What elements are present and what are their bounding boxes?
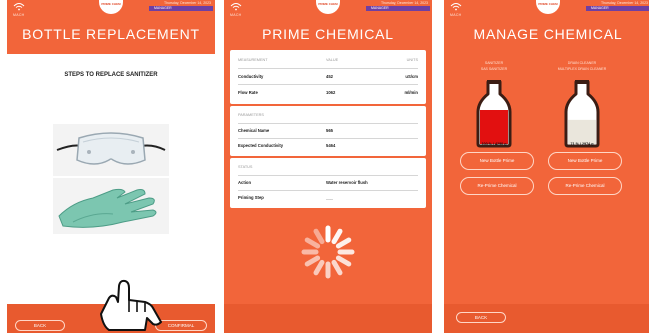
rubber-gloves-image (53, 178, 169, 234)
back-button[interactable]: BACK (456, 312, 506, 323)
table-row: Conductivity 452 uS/cm (238, 69, 418, 85)
parameter-name: Expected Conductivity (238, 143, 284, 148)
sanitizer-bottle-icon (476, 80, 512, 148)
bottle-replacement-screen: MACH PRIME CHEM Thursday, December 14, 2… (7, 0, 215, 333)
parameter-name: Chemical Name (238, 128, 270, 133)
status-card: STATUS Action Water reservoir flush Prim… (230, 158, 426, 208)
section-header: STATUS (238, 165, 253, 169)
table-row: Flow Rate 1062 ml/min (238, 85, 418, 100)
datetime: Thursday, December 14, 2023 (600, 1, 648, 5)
machine-label: MACH (450, 13, 462, 17)
status-bar: MACH PRIME CHEM Thursday, December 14, 2… (224, 0, 432, 22)
status-header-row: STATUS (238, 160, 418, 176)
chemical-type-label: SANITIZER (484, 61, 504, 65)
column-header: MEASUREMENT (238, 58, 268, 62)
drain-cleaner-bottle-icon (564, 80, 600, 148)
logo-text: PRIME CHEM (101, 2, 121, 6)
page-title: MANAGE CHEMICAL (473, 26, 623, 42)
sanitizer-new-bottle-prime-button[interactable]: New Bottle Prime (460, 152, 534, 170)
manage-chemical-screen: MACH PRIME CHEM Thursday, December 14, 2… (444, 0, 649, 333)
column-header: UNITS (406, 58, 418, 62)
logo-text: PRIME CHEM (538, 2, 558, 6)
machine-label: MACH (230, 13, 242, 17)
machine-label: MACH (13, 13, 25, 17)
safety-goggles-image (53, 124, 169, 176)
measurement-name: Conductivity (238, 74, 264, 79)
brand-logo: PRIME CHEM (99, 0, 123, 14)
steps-panel: STEPS TO REPLACE SANITIZER (7, 54, 215, 304)
drain-cleaner-fill-level: 71 % / 2974 g (570, 142, 594, 146)
parameters-header-row: PARAMETERS (238, 108, 418, 124)
drain-cleaner-bottle-liquid (568, 119, 596, 144)
status-name: Action (238, 180, 252, 185)
parameter-value: 5464 (326, 143, 336, 148)
parameters-card: PARAMETERS Chemical Name 565 Expected Co… (230, 106, 426, 156)
sanitizer-fill-level: 100 % / 4290 g (481, 142, 507, 146)
role-badge: MANAGER (149, 6, 213, 11)
measurements-header-row: MEASUREMENT VALUE UNITS (238, 53, 418, 69)
sanitizer-reprime-button[interactable]: Re-Prime Chemical (460, 177, 534, 195)
measurement-value: 1062 (326, 90, 336, 95)
measurement-unit: uS/cm (405, 74, 418, 79)
wifi-icon (13, 3, 25, 11)
table-row: Action Water reservoir flush (238, 175, 418, 191)
section-header: PARAMETERS (238, 113, 264, 117)
logo-text: PRIME CHEM (318, 2, 338, 6)
datetime: Thursday, December 14, 2023 (163, 1, 211, 5)
table-row: Chemical Name 565 (238, 123, 418, 139)
parameter-value: 565 (326, 128, 333, 133)
wifi-icon (230, 3, 242, 11)
page-title: BOTTLE REPLACEMENT (22, 26, 200, 42)
page-title: PRIME CHEMICAL (262, 26, 394, 42)
brand-logo: PRIME CHEM (536, 0, 560, 14)
column-header: VALUE (326, 58, 339, 62)
footer-bar (224, 304, 432, 333)
status-bar: MACH PRIME CHEM Thursday, December 14, 2… (444, 0, 649, 22)
chemical-type-label: DRAIN CLEANER (567, 61, 597, 65)
loading-spinner-icon (301, 225, 355, 279)
table-row: Expected Conductivity 5464 (238, 138, 418, 153)
back-button[interactable]: BACK (15, 320, 65, 331)
measurement-name: Flow Rate (238, 90, 258, 95)
role-badge: MANAGER (586, 6, 649, 11)
sanitizer-bottle-liquid (480, 110, 508, 144)
status-value: ___ (326, 195, 333, 200)
steps-heading: STEPS TO REPLACE SANITIZER (64, 72, 158, 78)
table-row: Priming Step ___ (238, 190, 418, 205)
pointing-hand-icon (100, 279, 162, 331)
status-bar: MACH PRIME CHEM Thursday, December 14, 2… (7, 0, 215, 22)
drain-cleaner-new-bottle-prime-button[interactable]: New Bottle Prime (548, 152, 622, 170)
chemical-name-label: MULTIPLEX DRAIN CLEANER (557, 67, 607, 71)
drain-cleaner-reprime-button[interactable]: Re-Prime Chemical (548, 177, 622, 195)
status-name: Priming Step (238, 195, 264, 200)
chemical-name-label: SAS SANITIZER (480, 67, 508, 71)
status-value: Water reservoir flush (326, 180, 368, 185)
measurements-card: MEASUREMENT VALUE UNITS Conductivity 452… (230, 50, 426, 104)
datetime: Thursday, December 14, 2023 (380, 1, 428, 5)
measurement-value: 452 (326, 74, 333, 79)
role-badge: MANAGER (366, 6, 430, 11)
prime-chemical-screen: MACH PRIME CHEM Thursday, December 14, 2… (224, 0, 432, 333)
brand-logo: PRIME CHEM (316, 0, 340, 14)
wifi-icon (450, 3, 462, 11)
measurement-unit: ml/min (404, 90, 419, 95)
